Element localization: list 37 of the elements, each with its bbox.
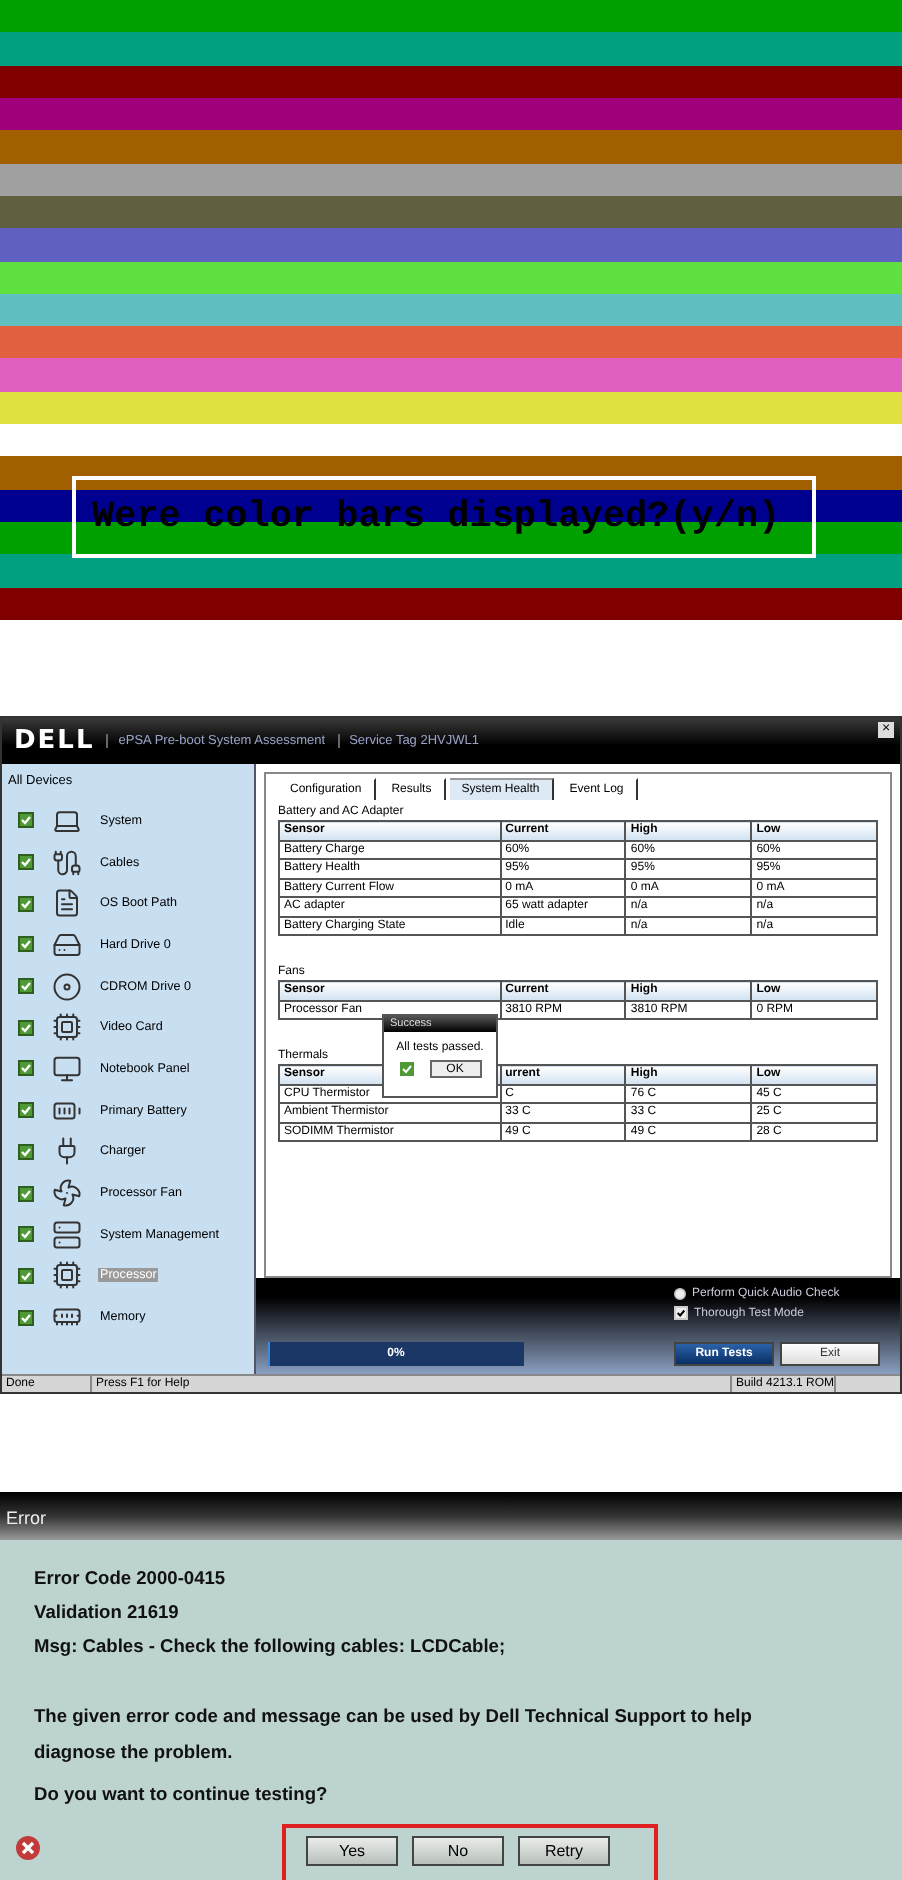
dialog-button[interactable]: Retry bbox=[518, 1836, 610, 1866]
monitor-icon bbox=[51, 1053, 81, 1084]
chip-icon bbox=[51, 1012, 81, 1043]
checkbox[interactable] bbox=[18, 1185, 34, 1202]
dialog-button[interactable]: Yes bbox=[306, 1836, 398, 1866]
error-detail: Validation 21619 bbox=[34, 1602, 181, 1622]
checkbox[interactable] bbox=[18, 978, 34, 995]
checkbox[interactable] bbox=[18, 854, 34, 871]
error-message: The given error code and message can be used by Dell Technical Support to help diagnose the problem. bbox=[34, 1704, 754, 1766]
server-icon bbox=[51, 1219, 81, 1250]
logo: DELL bbox=[14, 726, 95, 756]
error-icon bbox=[16, 1836, 40, 1860]
checkbox[interactable] bbox=[674, 1306, 688, 1320]
hard-drive-icon bbox=[51, 929, 81, 960]
dialog-title: Error bbox=[0, 1492, 902, 1540]
checkbox[interactable] bbox=[18, 1143, 34, 1160]
chip-icon bbox=[51, 1260, 81, 1291]
checkbox[interactable] bbox=[18, 1019, 34, 1036]
disc-icon bbox=[51, 971, 81, 1002]
checkbox[interactable] bbox=[18, 1309, 34, 1326]
checkbox[interactable] bbox=[18, 936, 34, 953]
checkbox[interactable] bbox=[18, 1060, 34, 1077]
laptop-icon bbox=[51, 805, 81, 836]
document-icon bbox=[51, 888, 81, 919]
dialog-button[interactable]: No bbox=[412, 1836, 504, 1866]
checkbox[interactable] bbox=[18, 1267, 34, 1284]
checkbox[interactable] bbox=[18, 1226, 34, 1243]
checkbox[interactable] bbox=[18, 812, 34, 829]
error-detail: Msg: Cables - Check the following cables: LCDCable; bbox=[34, 1636, 508, 1656]
cable-icon bbox=[51, 847, 81, 878]
question-text: Do you want to continue testing? bbox=[34, 1784, 330, 1804]
error-detail: Error Code 2000-0415 bbox=[34, 1568, 228, 1588]
checkbox[interactable] bbox=[18, 895, 34, 912]
check-icon bbox=[399, 1062, 413, 1076]
fan-icon bbox=[51, 1178, 81, 1209]
radio-button[interactable] bbox=[674, 1288, 686, 1300]
checkbox[interactable] bbox=[18, 1102, 34, 1119]
